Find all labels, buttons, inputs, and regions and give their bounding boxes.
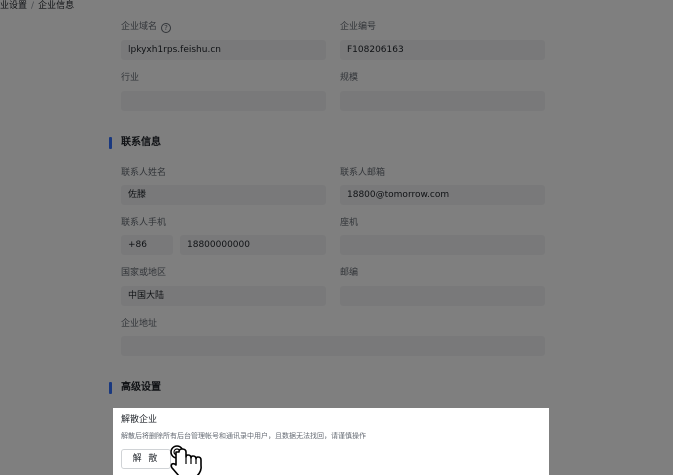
contact-section-title: 联系信息 [109,136,161,150]
scale-field[interactable] [340,91,545,111]
dissolve-description: 解散后将删除所有后台管理帐号和通讯录中用户，且数据无法找回，请谨慎操作 [121,432,366,440]
section-accent-bar-advanced [109,382,112,394]
code-field[interactable]: F108206163 [340,40,545,60]
region-label: 国家或地区 [121,268,167,278]
breadcrumb-separator: / [31,1,35,11]
contact-section-text: 联系信息 [121,137,161,148]
domain-field[interactable]: lpkyxh1rps.feishu.cn [121,40,326,60]
breadcrumb-parent[interactable]: 业设置 [0,1,27,11]
industry-field[interactable] [121,91,326,111]
postcode-label: 邮编 [340,268,359,278]
scale-label: 规模 [340,73,359,83]
address-field[interactable] [121,336,545,356]
hand-pointer-icon [170,445,202,475]
enterprise-info-page: 业设置 / 企业信息 企业域名? lpkyxh1rps.feishu.cn 企业编号… [0,0,673,475]
section-accent-bar [109,137,112,149]
domain-label: 企业域名? [121,21,172,33]
landline-label: 座机 [340,218,359,228]
breadcrumb-current: 企业信息 [38,1,75,11]
contact-phone-field[interactable]: 18800000000 [180,235,326,255]
region-select[interactable]: 中国大陆 [121,286,326,306]
address-label: 企业地址 [121,319,158,329]
contact-phone-label: 联系人手机 [121,218,167,228]
domain-label-text: 企业域名 [121,22,158,32]
landline-field[interactable] [340,235,545,255]
advanced-section-text: 高级设置 [121,382,161,393]
contact-name-label: 联系人姓名 [121,168,167,178]
code-label: 企业编号 [340,22,377,32]
breadcrumb: 业设置 / 企业信息 [0,0,673,14]
dissolve-title: 解散企业 [121,415,158,425]
contact-email-label: 联系人邮箱 [340,168,386,178]
postcode-field[interactable] [340,286,545,306]
help-icon[interactable]: ? [161,23,172,33]
contact-name-field[interactable]: 佐滕 [121,185,326,205]
industry-label: 行业 [121,73,140,83]
phone-code-select[interactable]: +86 [121,235,173,255]
advanced-section-title: 高级设置 [109,381,161,395]
contact-email-field[interactable]: 18800@tomorrow.com [340,185,545,205]
